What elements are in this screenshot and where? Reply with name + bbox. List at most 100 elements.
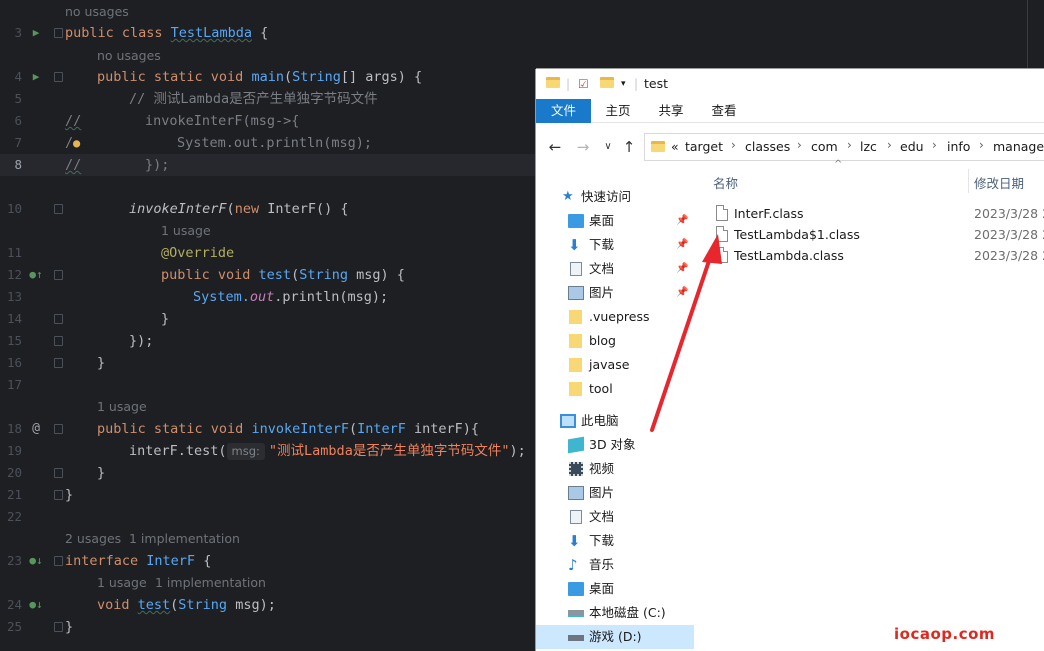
nav-item-drive-c[interactable]: 本地磁盘 (C:) [536, 601, 694, 625]
address-bar[interactable]: « target › classes › com › lzc › edu › i… [644, 133, 1044, 161]
breadcrumb-info[interactable]: info [947, 139, 970, 154]
forward-arrow-icon[interactable]: → [574, 137, 592, 157]
fold-icon[interactable] [54, 556, 63, 566]
sort-chevron-icon[interactable]: ^ [834, 159, 842, 170]
navigation-pane[interactable]: ★ 快速访问 桌面 📌 ⬇ 下载 📌 文档 📌 图片 📌 .vuepress b… [536, 179, 694, 651]
breadcrumb-target[interactable]: target [685, 139, 723, 154]
line-number: 19 [6, 443, 22, 458]
implemented-icon[interactable]: ●↓ [28, 594, 44, 616]
line-number: 16 [6, 355, 22, 370]
override-icon[interactable]: ●↑ [28, 264, 44, 286]
column-header-name[interactable]: 名称 [713, 173, 738, 192]
nav-item-documents[interactable]: 文档 📌 [536, 257, 694, 281]
file-row[interactable]: TestLambda.class 2023/3/28 2 [696, 245, 1044, 266]
column-divider[interactable] [968, 169, 969, 193]
breadcrumb-edu[interactable]: edu [900, 139, 924, 154]
nav-item-videos[interactable]: 视频 [536, 457, 694, 481]
chevron-right-icon[interactable]: › [731, 138, 736, 152]
download-icon: ⬇ [568, 236, 581, 254]
pin-icon[interactable]: 📌 [676, 233, 688, 257]
lightbulb-icon[interactable]: ● [73, 132, 80, 154]
file-explorer-window[interactable]: | ☑ ▾ | test 文件 主页 共享 查看 ← → ∨ ↑ « targe… [536, 69, 1044, 651]
fold-icon[interactable] [54, 336, 63, 346]
usage-hint[interactable]: no usages [0, 2, 1044, 22]
cube-icon [568, 436, 584, 454]
nav-item-desktop[interactable]: 桌面 📌 [536, 209, 694, 233]
chevron-right-icon[interactable]: › [887, 138, 892, 152]
breadcrumb-lzc[interactable]: lzc [860, 139, 877, 154]
nav-item-documents-pc[interactable]: 文档 [536, 505, 694, 529]
chevron-right-icon[interactable]: › [847, 138, 852, 152]
chevron-right-icon[interactable]: › [797, 138, 802, 152]
line-number: 20 [6, 465, 22, 480]
breadcrumb-classes[interactable]: classes [745, 139, 790, 154]
file-row[interactable]: InterF.class 2023/3/28 2 [696, 203, 1044, 224]
tab-share[interactable]: 共享 [649, 99, 693, 123]
breadcrumb-manager[interactable]: manager [993, 139, 1044, 154]
tab-view[interactable]: 查看 [702, 99, 746, 123]
chevron-right-icon[interactable]: › [932, 138, 937, 152]
desktop-icon [568, 214, 584, 228]
code-line[interactable]: 3 ▶ public class TestLambda { [0, 22, 1044, 44]
drive-icon [568, 610, 584, 617]
nav-item-blog[interactable]: blog [536, 329, 694, 353]
nav-item-javase[interactable]: javase [536, 353, 694, 377]
nav-this-pc[interactable]: 此电脑 [536, 409, 694, 433]
breadcrumb-com[interactable]: com [811, 139, 838, 154]
tab-file[interactable]: 文件 [536, 99, 591, 123]
nav-item-desktop-pc[interactable]: 桌面 [536, 577, 694, 601]
nav-quick-access[interactable]: ★ 快速访问 [536, 185, 694, 209]
run-icon[interactable]: ▶ [28, 66, 44, 88]
up-arrow-icon[interactable]: ↑ [620, 137, 638, 157]
recent-locations-icon[interactable]: ∨ [599, 137, 617, 157]
line-number: 22 [6, 509, 22, 524]
usage-hint[interactable]: no usages [0, 46, 1044, 66]
nav-item-3d-objects[interactable]: 3D 对象 [536, 433, 694, 457]
properties-icon[interactable]: ☑ [578, 77, 589, 92]
line-number: 8 [14, 157, 22, 172]
nav-item-tool[interactable]: tool [536, 377, 694, 401]
star-icon: ★ [562, 189, 574, 204]
pin-icon[interactable]: 📌 [676, 257, 688, 281]
line-number: 15 [6, 333, 22, 348]
fold-icon[interactable] [54, 204, 63, 214]
fold-icon[interactable] [54, 28, 63, 38]
chevron-right-icon[interactable]: › [979, 138, 984, 152]
fold-icon[interactable] [54, 358, 63, 368]
pin-icon[interactable]: 📌 [676, 209, 688, 233]
column-header-modified[interactable]: 修改日期 [974, 173, 1024, 192]
fold-icon[interactable] [54, 490, 63, 500]
drive-icon [568, 635, 584, 641]
line-number: 13 [6, 289, 22, 304]
fold-icon[interactable] [54, 314, 63, 324]
nav-item-downloads[interactable]: ⬇ 下载 📌 [536, 233, 694, 257]
desktop-icon [568, 582, 584, 596]
new-folder-icon[interactable] [600, 77, 614, 92]
back-arrow-icon[interactable]: ← [546, 137, 564, 157]
nav-item-pictures[interactable]: 图片 📌 [536, 281, 694, 305]
nav-item-music[interactable]: ♪ 音乐 [536, 553, 694, 577]
file-row[interactable]: TestLambda$1.class 2023/3/28 2 [696, 224, 1044, 245]
implemented-icon[interactable]: ●↓ [28, 550, 44, 572]
folder-icon[interactable] [546, 77, 560, 92]
annotation-at-icon[interactable]: @ [28, 418, 44, 440]
pin-icon[interactable]: 📌 [676, 281, 688, 305]
download-icon: ⬇ [568, 532, 581, 550]
nav-item-vuepress[interactable]: .vuepress [536, 305, 694, 329]
fold-icon[interactable] [54, 424, 63, 434]
file-list-pane[interactable]: ^ 名称 修改日期 InterF.class 2023/3/28 2 TestL… [696, 159, 1044, 651]
nav-item-downloads-pc[interactable]: ⬇ 下载 [536, 529, 694, 553]
nav-item-drive-d[interactable]: 游戏 (D:) [536, 625, 694, 649]
fold-icon[interactable] [54, 270, 63, 280]
customize-toolbar-icon[interactable]: ▾ [621, 79, 626, 94]
file-icon [716, 205, 728, 221]
tab-home[interactable]: 主页 [596, 99, 640, 123]
fold-icon[interactable] [54, 468, 63, 478]
title-bar[interactable]: | ☑ ▾ | test [536, 69, 1044, 99]
breadcrumb-overflow[interactable]: « [671, 139, 679, 154]
fold-icon[interactable] [54, 622, 63, 632]
nav-item-pictures-pc[interactable]: 图片 [536, 481, 694, 505]
run-icon[interactable]: ▶ [28, 22, 44, 44]
ribbon-tabs[interactable]: 文件 主页 共享 查看 [536, 99, 1044, 123]
fold-icon[interactable] [54, 72, 63, 82]
